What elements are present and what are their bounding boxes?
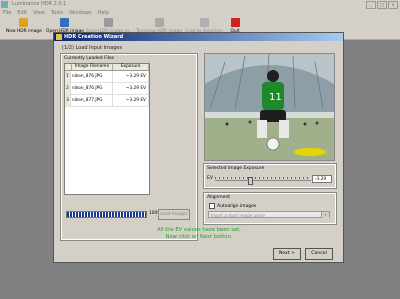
menu-file[interactable]: File [3,9,11,17]
col-exposure[interactable]: Exposure [113,64,149,70]
ev-slider-thumb[interactable] [248,177,254,185]
open-icon [59,18,69,27]
save-icon [103,18,113,27]
tonemap-icon [154,18,164,27]
crop-icon [199,18,209,27]
loaded-files-label: Currently Loaded Files [64,56,114,61]
alignment-label: Alignment [207,195,231,200]
maximize-icon[interactable]: □ [377,1,387,9]
new-hdr-icon [18,18,28,27]
app-title-bar: Luminance HDR 2.0.1 _ □ × [0,0,400,9]
app-title: Luminance HDR 2.0.1 [12,1,67,7]
chevron-down-icon[interactable]: ▾ [321,212,329,218]
files-table[interactable]: Image Filename Exposure 1 nikon_876.JPG … [64,63,150,195]
close-icon[interactable]: × [388,1,398,9]
alignment-group: Alignment Autoalign images Insert a star… [203,192,337,225]
minimize-icon[interactable]: _ [366,1,376,9]
ev-label: EV [207,176,213,181]
preview-photo: 11 [205,54,334,160]
progress-fill [67,212,146,217]
status-message-1: All the EV values have been set. [157,227,241,233]
menu-help[interactable]: Help [98,9,109,17]
exposure-label: Selected Image Exposure [207,166,265,171]
menu-windows[interactable]: Windows [69,9,91,17]
load-progress-bar [66,211,147,218]
menu-edit[interactable]: Edit [17,9,27,17]
load-images-button[interactable]: Load Images [158,209,190,220]
exposure-group: Selected Image Exposure EV -3.29 [203,163,337,189]
table-header: Image Filename Exposure [65,64,149,71]
new-hdr-button[interactable]: New HDR image [6,18,42,38]
menu-view[interactable]: View [33,9,45,17]
cancel-button[interactable]: Cancel [305,248,333,260]
dialog-title-bar: HDR Creation Wizard [54,33,343,41]
quit-icon [230,18,240,27]
app-icon [1,1,8,8]
align-combobox[interactable]: Insert a start image place ▾ [208,211,330,218]
status-message-2: Now click on Next button. [165,234,233,240]
menu-tools[interactable]: Tools [51,9,63,17]
step-label: (1/2) Load Input Images [62,45,122,51]
autoalign-label: Autoalign images [217,203,257,209]
hdr-wizard-dialog: HDR Creation Wizard (1/2) Load Input Ima… [53,32,344,263]
autoalign-checkbox[interactable]: Autoalign images [209,203,256,209]
checkbox-box[interactable] [209,203,215,209]
wizard-icon [56,34,62,40]
col-index [65,64,72,70]
image-preview: 11 [204,53,335,161]
table-row[interactable]: 1 nikon_876.JPG ~3.29 EV [65,71,149,83]
col-filename[interactable]: Image Filename [72,64,114,70]
next-button[interactable]: Next > [273,248,301,260]
svg-text:11: 11 [269,92,282,103]
dialog-title: HDR Creation Wizard [64,34,124,40]
menu-bar: File Edit View Tools Windows Help [0,9,400,17]
ev-slider[interactable] [215,177,311,185]
table-row[interactable]: 3 nikon_877.JPG ~3.29 EV [65,95,149,107]
ev-spinbox[interactable]: -3.29 [312,175,332,183]
table-row[interactable]: 2 nikon_876.JPG ~3.29 EV [65,83,149,95]
